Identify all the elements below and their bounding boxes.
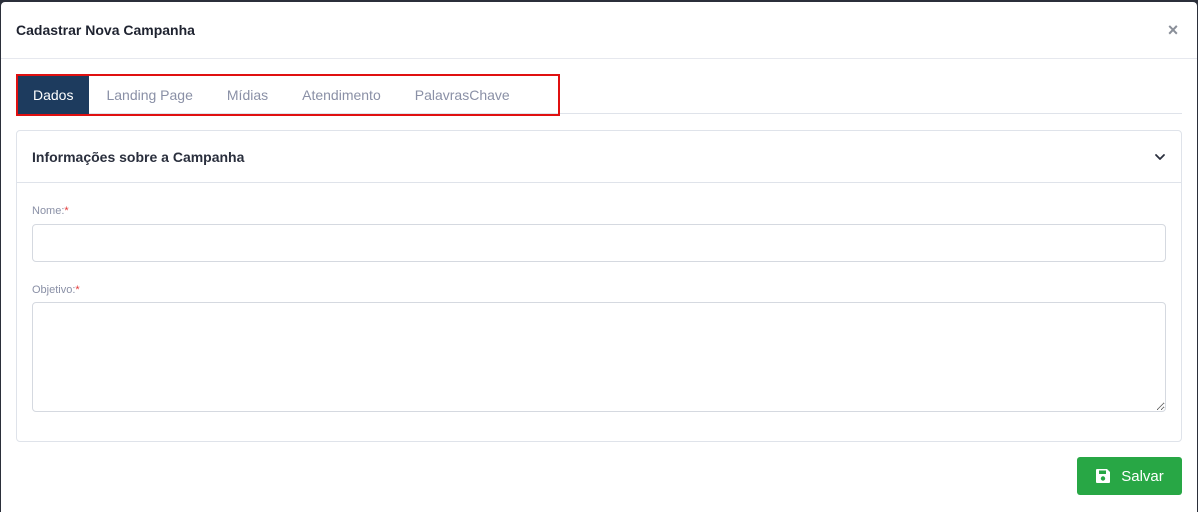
save-button[interactable]: Salvar <box>1077 457 1182 495</box>
save-button-label: Salvar <box>1121 467 1164 485</box>
tab-midias[interactable]: Mídias <box>210 76 285 114</box>
close-icon[interactable]: × <box>1165 21 1181 39</box>
objective-textarea[interactable] <box>32 302 1166 412</box>
tab-dados[interactable]: Dados <box>18 76 90 114</box>
tab-palavras-chave[interactable]: PalavrasChave <box>398 76 527 114</box>
tab-bar: Dados Landing Page Mídias Atendimento Pa… <box>16 58 1182 116</box>
floppy-disk-icon <box>1096 469 1111 483</box>
tab-landing-page[interactable]: Landing Page <box>89 76 209 114</box>
objective-label-text: Objetivo: <box>32 284 76 296</box>
chevron-down-icon[interactable] <box>1153 150 1167 164</box>
name-required-mark: * <box>64 205 69 217</box>
new-campaign-modal: Cadastrar Nova Campanha × Dados Landing … <box>1 2 1197 512</box>
name-label-text: Nome: <box>32 205 65 217</box>
card-title: Informações sobre a Campanha <box>32 148 245 165</box>
modal-header: Cadastrar Nova Campanha × <box>1 2 1197 59</box>
card-header[interactable]: Informações sobre a Campanha <box>17 131 1181 183</box>
campaign-info-card: Informações sobre a Campanha Nome:* Obje… <box>16 130 1182 442</box>
name-input[interactable] <box>32 224 1166 262</box>
tab-atendimento[interactable]: Atendimento <box>285 76 398 114</box>
name-label: Nome:* <box>32 205 69 217</box>
objective-required-mark: * <box>75 284 80 296</box>
objective-label: Objetivo:* <box>32 284 80 296</box>
tabs: Dados Landing Page Mídias Atendimento Pa… <box>18 76 527 114</box>
modal-title: Cadastrar Nova Campanha <box>16 22 195 38</box>
